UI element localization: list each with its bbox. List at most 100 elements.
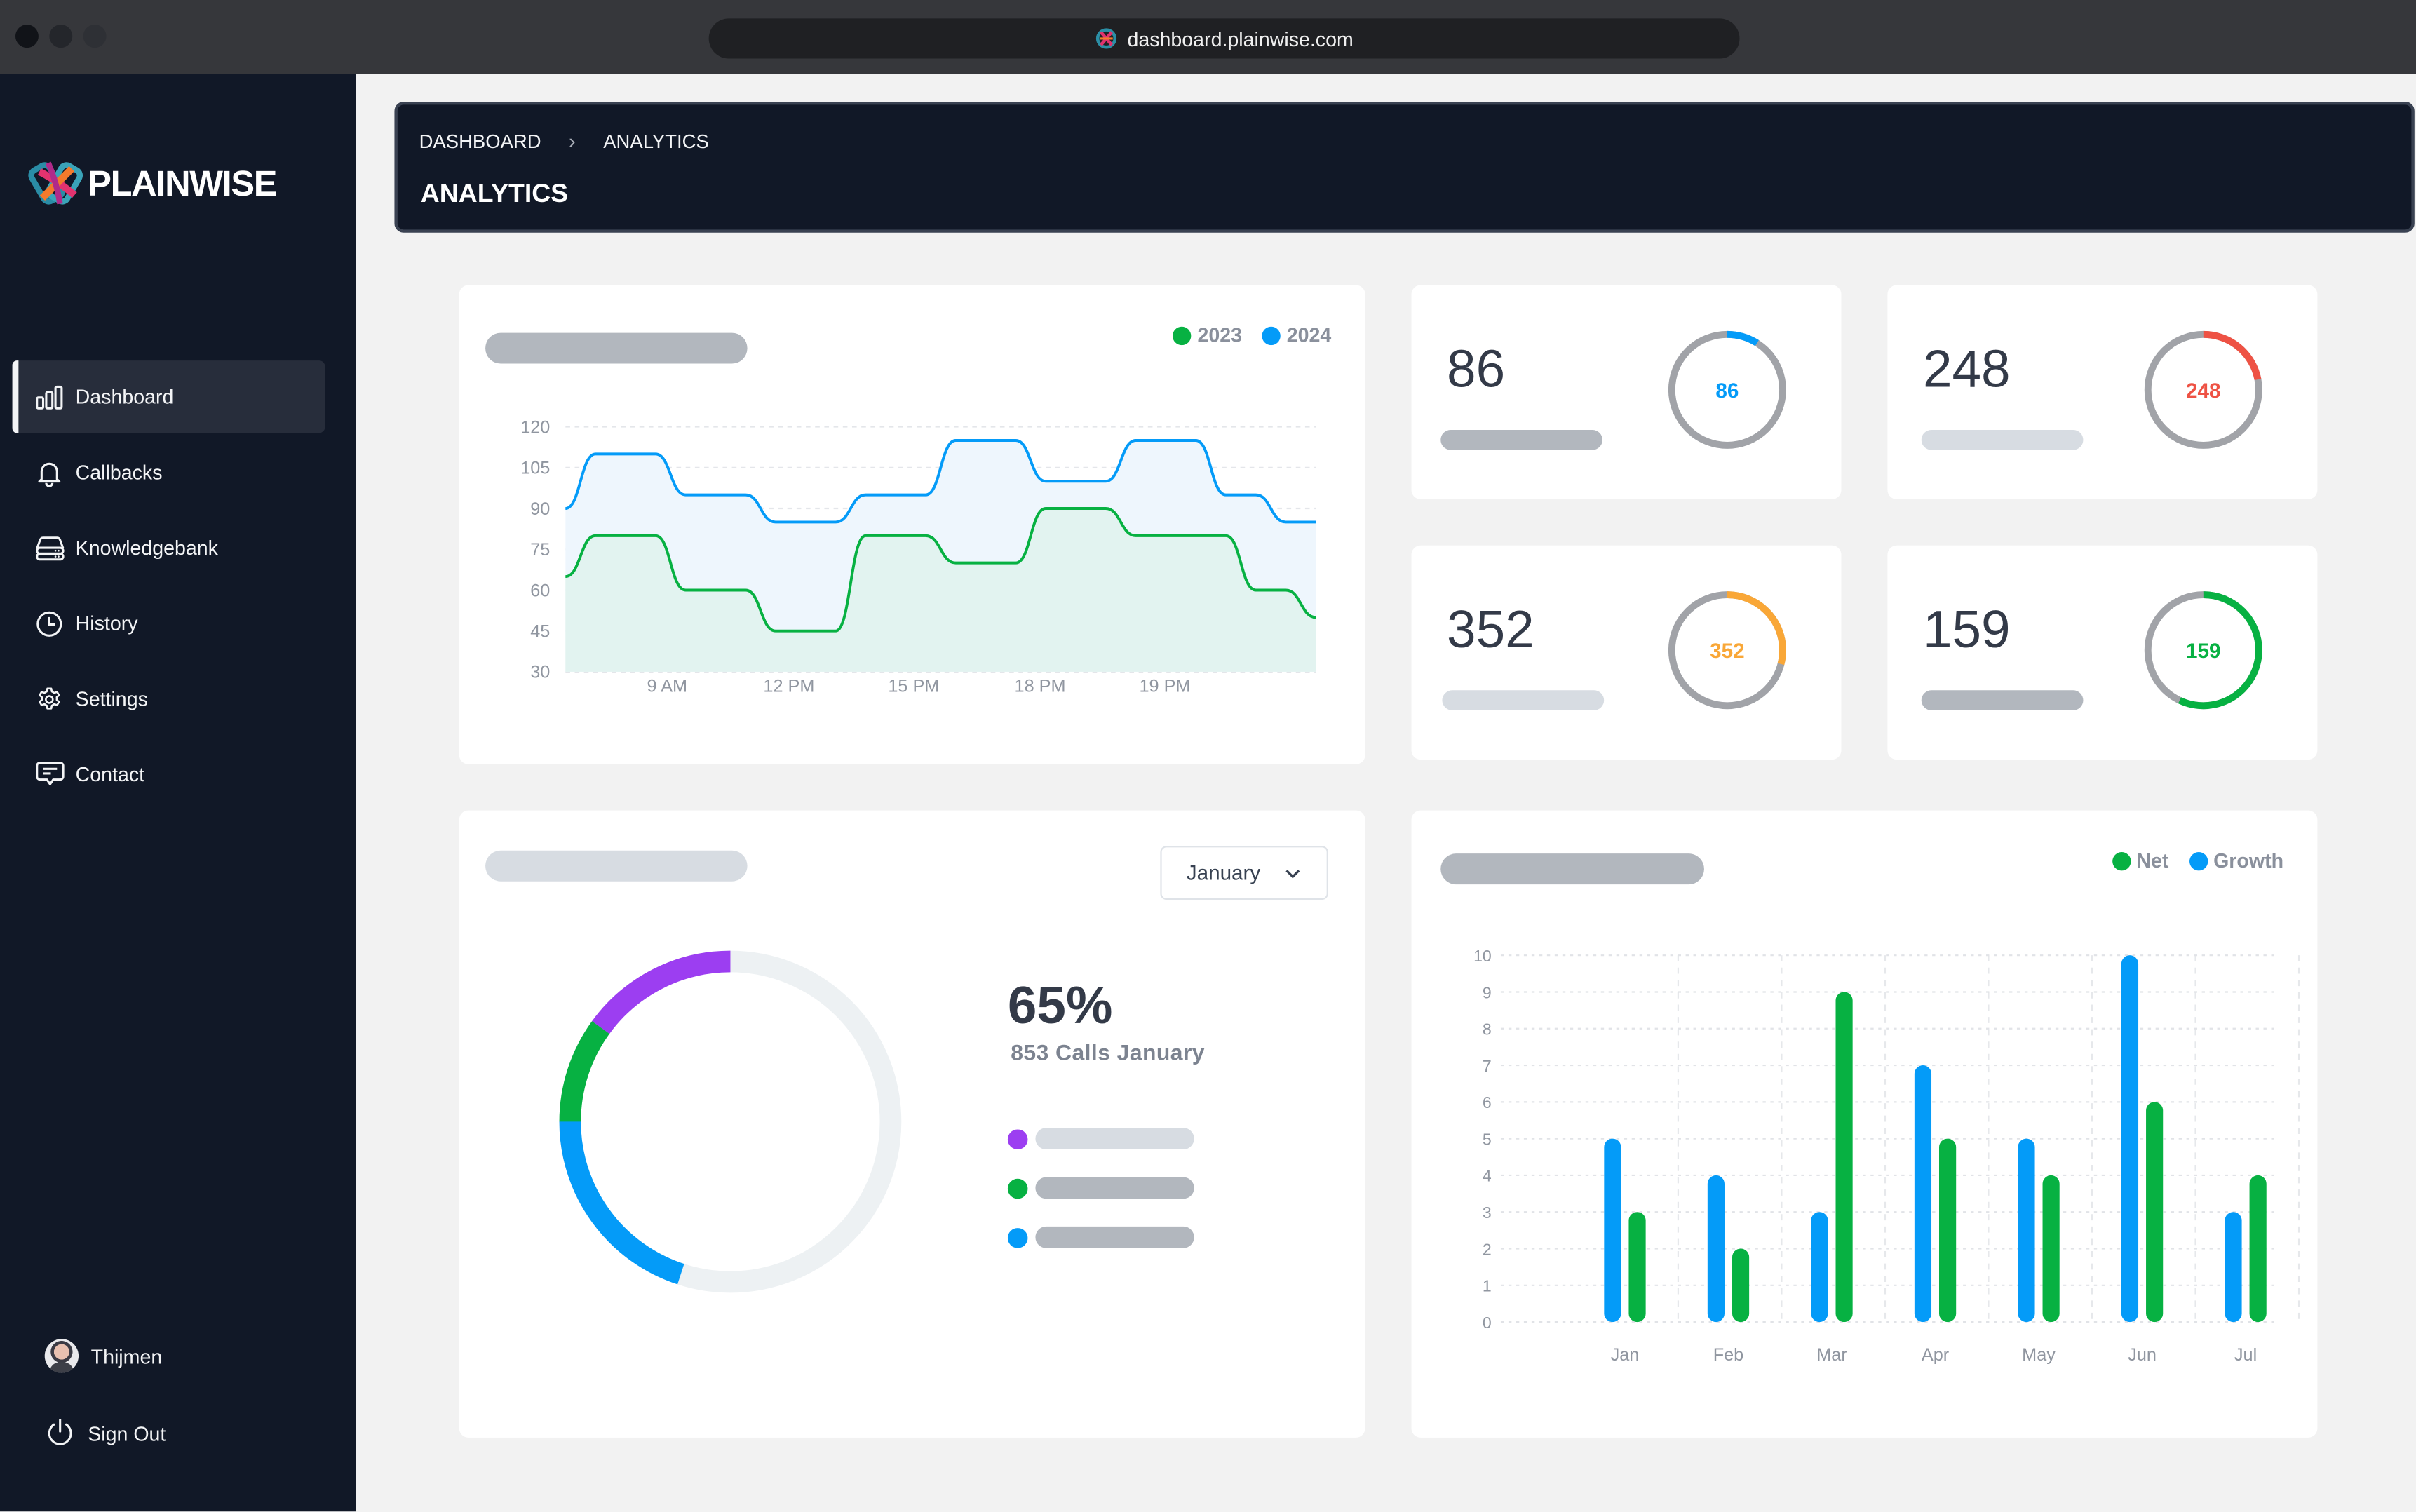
kpi-label-placeholder — [1921, 429, 2084, 450]
bar-net-feb — [1732, 1248, 1750, 1323]
url-text: dashboard.plainwise.com — [1127, 27, 1354, 50]
y-tick-label: 105 — [520, 459, 550, 478]
month-select[interactable]: January — [1160, 846, 1328, 900]
breadcrumb-analytics: ANALYTICS — [603, 130, 709, 152]
donut-chart — [559, 950, 902, 1293]
sidebar-item-label: Contact — [75, 762, 145, 786]
y-tick-label: 60 — [530, 581, 550, 600]
bell-icon — [34, 457, 65, 487]
clock-icon — [34, 608, 65, 639]
y-tick-label: 120 — [520, 417, 550, 437]
kpi-progress-ring: 159 — [2144, 591, 2262, 710]
donut-slice — [559, 950, 902, 1293]
site-favicon-icon — [1095, 28, 1116, 49]
y-tick-label: 45 — [530, 621, 550, 641]
y-tick-label: 7 — [1483, 1057, 1492, 1075]
bar-growth-may — [2018, 1138, 2035, 1323]
brand-logo[interactable]: PLAINWISE — [28, 154, 277, 212]
bar-chart-card: Net Growth 0 1 2 3 4 5 6 7 8 9 10 Jan Feb Mar Apr May Ju… — [1411, 810, 2318, 1438]
power-icon — [48, 1419, 72, 1445]
y-tick-label: 5 — [1483, 1130, 1492, 1148]
y-tick-label: 6 — [1483, 1093, 1492, 1112]
kpi-value: 248 — [1922, 340, 2011, 400]
x-tick-label: 9 AM — [647, 676, 688, 696]
breadcrumb-dashboard[interactable]: DASHBOARD — [419, 130, 541, 152]
avatar — [44, 1339, 79, 1373]
y-tick-label: 3 — [1483, 1203, 1492, 1222]
bar-growth-jan — [1604, 1138, 1621, 1323]
sidebar-item-label: Callbacks — [75, 460, 163, 484]
donut-slice — [559, 950, 902, 1293]
user-name: Thijmen — [90, 1344, 163, 1368]
y-tick-label: 9 — [1483, 983, 1492, 1001]
sidebar-item-callbacks[interactable]: Callbacks — [13, 436, 325, 508]
close-window-dot[interactable] — [15, 25, 39, 48]
address-bar[interactable]: dashboard.plainwise.com — [708, 18, 1740, 59]
kpi-label-placeholder — [1442, 690, 1605, 710]
database-icon — [34, 532, 65, 563]
legend-label-placeholder — [1035, 1226, 1194, 1248]
x-tick-label: Feb — [1713, 1345, 1744, 1365]
bar-growth-feb — [1707, 1175, 1725, 1323]
brand-name: PLAINWISE — [88, 162, 277, 203]
donut-subtitle: 853 Calls January — [1011, 1041, 1205, 1067]
minimize-window-dot[interactable] — [49, 25, 73, 48]
sidebar-item-label: History — [75, 612, 138, 635]
bar-net-jan — [1628, 1212, 1646, 1323]
x-tick-label: Jun — [2128, 1345, 2157, 1365]
chevron-right-icon: › — [569, 129, 576, 153]
legend-label-placeholder — [1035, 1128, 1194, 1150]
sign-out-label: Sign Out — [88, 1421, 166, 1445]
bar-growth-jun — [2121, 955, 2139, 1323]
line-chart-card: 2023 2024 30 45 60 75 90 105 120 9 AM 12 PM 15 PM… — [459, 285, 1365, 764]
chat-icon — [34, 759, 65, 790]
sidebar-item-knowledgebank[interactable]: Knowledgebank — [13, 511, 325, 583]
ring-label: 159 — [2186, 640, 2220, 663]
y-tick-label: 90 — [530, 499, 550, 519]
ring-label: 86 — [1715, 379, 1739, 403]
donut-percent: 65% — [1007, 976, 1113, 1036]
y-tick-label: 4 — [1483, 1167, 1492, 1185]
y-tick-label: 8 — [1483, 1020, 1492, 1039]
kpi-value: 86 — [1447, 340, 1506, 400]
user-profile[interactable]: Thijmen — [44, 1339, 163, 1373]
sidebar-nav: Dashboard Callbacks Knowledgebank Histor… — [12, 360, 325, 814]
sidebar-item-label: Knowledgebank — [75, 536, 218, 560]
kpi-card: 248 248 — [1887, 285, 2318, 499]
app-window: dashboard.plainwise.com PLAINWISE Dashbo… — [0, 0, 2416, 1512]
sidebar-item-history[interactable]: History — [13, 587, 325, 659]
page-header: DASHBOARD › ANALYTICS ANALYTICS — [394, 102, 2415, 233]
y-tick-label: 1 — [1483, 1277, 1492, 1295]
ring-label: 352 — [1710, 640, 1744, 663]
x-tick-label: Apr — [1922, 1345, 1949, 1365]
card-title-placeholder — [485, 850, 748, 882]
legend-dot — [1007, 1128, 1028, 1149]
x-tick-label: May — [2022, 1345, 2056, 1365]
sign-out-button[interactable]: Sign Out — [45, 1417, 166, 1448]
y-tick-label: 0 — [1483, 1314, 1492, 1332]
maximize-window-dot[interactable] — [83, 25, 107, 48]
x-tick-label: Mar — [1816, 1345, 1847, 1365]
bar-net-jul — [2249, 1175, 2267, 1323]
x-tick-label: 18 PM — [1015, 676, 1066, 696]
bar-chart: 0 1 2 3 4 5 6 7 8 9 10 Jan Feb Mar Apr May Jun Jul — [1473, 947, 2300, 1365]
legend-label-placeholder — [1035, 1177, 1194, 1199]
sidebar-item-settings[interactable]: Settings — [13, 663, 325, 735]
gear-icon — [34, 683, 65, 714]
bar-net-apr — [1939, 1138, 1957, 1323]
kpi-card: 159 159 — [1887, 545, 2318, 760]
kpi-label-placeholder — [1440, 429, 1602, 450]
y-tick-label: 2 — [1483, 1240, 1492, 1258]
kpi-progress-ring: 86 — [1668, 330, 1786, 449]
sidebar-item-contact[interactable]: Contact — [13, 738, 325, 810]
donut-legend-item — [1007, 1177, 1194, 1199]
kpi-value: 352 — [1447, 600, 1534, 660]
legend-dot — [1007, 1177, 1028, 1199]
sidebar: PLAINWISE Dashboard Callbacks Knowledgeb… — [0, 74, 356, 1512]
page-title: ANALYTICS — [420, 178, 569, 208]
sidebar-item-dashboard[interactable]: Dashboard — [12, 360, 325, 433]
browser-toolbar: dashboard.plainwise.com — [0, 0, 2416, 74]
bar-net-jun — [2146, 1102, 2164, 1323]
x-tick-label: Jul — [2234, 1345, 2257, 1365]
line-chart: 30 45 60 75 90 105 120 9 AM 12 PM 15 PM 18 PM 19 PM — [520, 417, 1316, 696]
